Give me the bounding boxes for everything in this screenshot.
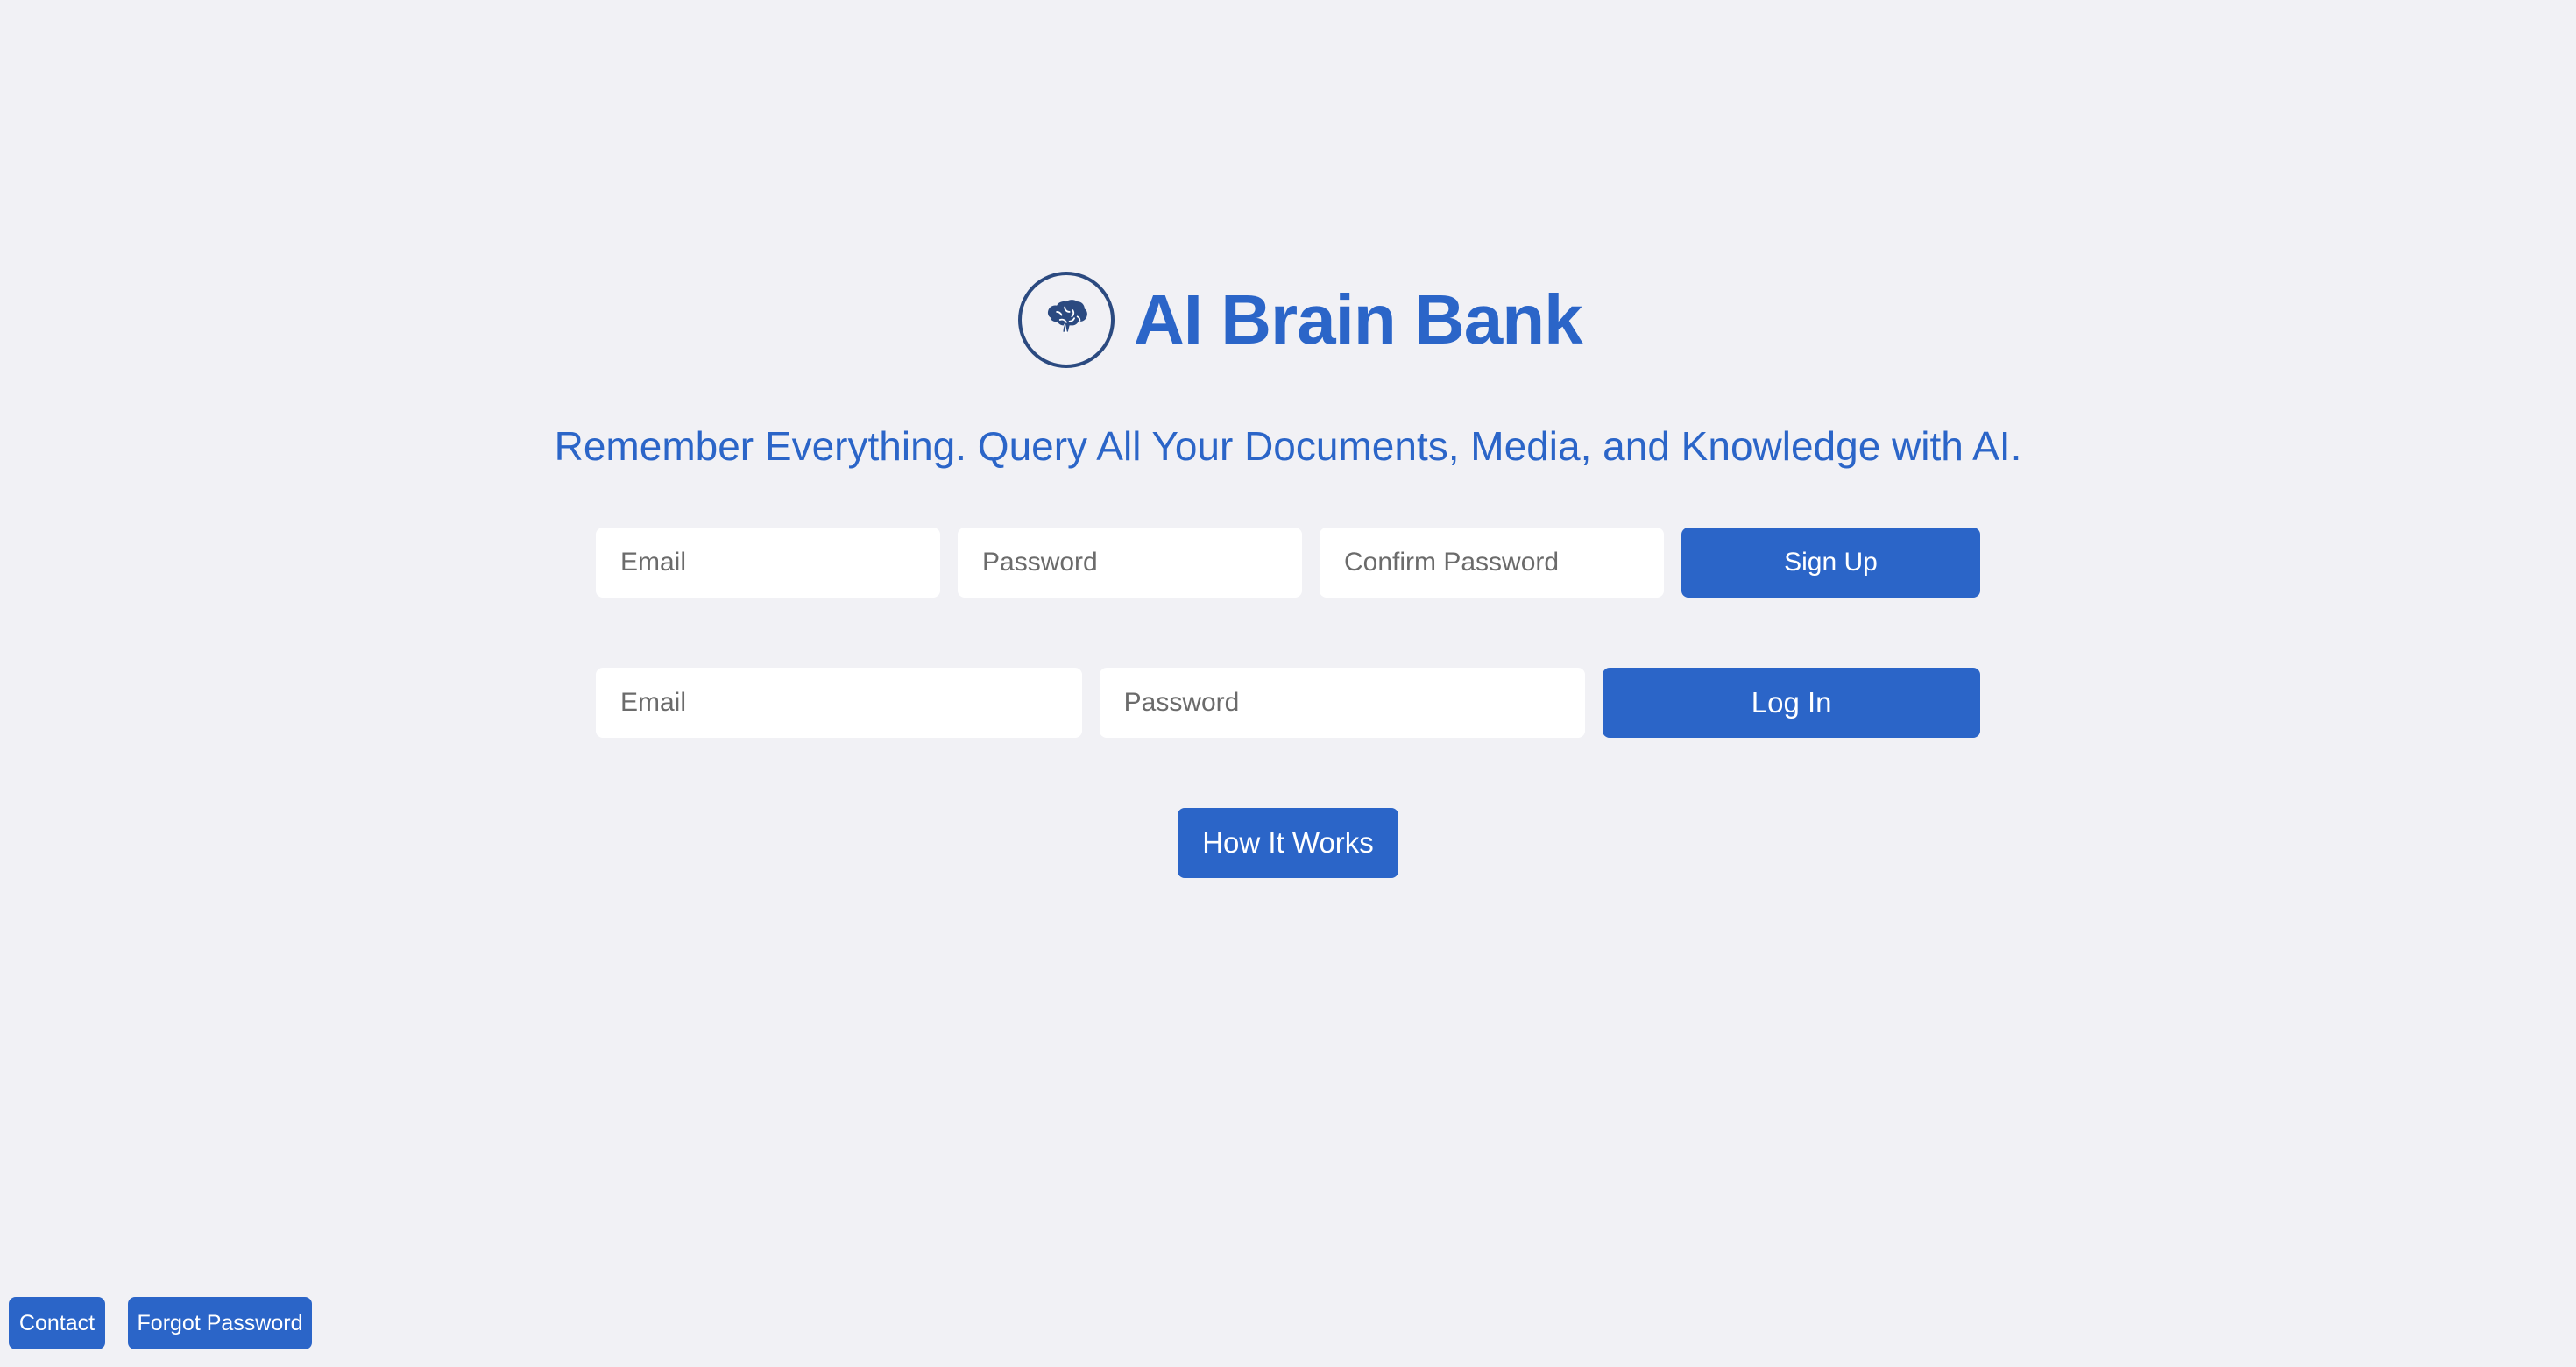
login-form: Log In bbox=[596, 668, 1980, 738]
brand-header: AI Brain Bank bbox=[1018, 268, 1583, 372]
sign-up-button[interactable]: Sign Up bbox=[1681, 528, 1980, 598]
landing-page: AI Brain Bank Remember Everything. Query… bbox=[0, 0, 2576, 1367]
signup-form: Sign Up bbox=[596, 528, 1980, 598]
brain-icon bbox=[1047, 300, 1087, 334]
contact-button[interactable]: Contact bbox=[9, 1297, 105, 1349]
login-email-input[interactable] bbox=[596, 668, 1082, 738]
log-in-button[interactable]: Log In bbox=[1603, 668, 1980, 738]
signup-email-input[interactable] bbox=[596, 528, 940, 598]
signup-confirm-password-input[interactable] bbox=[1320, 528, 1664, 598]
how-it-works-button[interactable]: How It Works bbox=[1178, 808, 1398, 878]
signup-password-input[interactable] bbox=[958, 528, 1302, 598]
login-password-input[interactable] bbox=[1099, 668, 1586, 738]
logo bbox=[1018, 272, 1115, 368]
tagline: Remember Everything. Query All Your Docu… bbox=[554, 423, 2022, 469]
forgot-password-button[interactable]: Forgot Password bbox=[128, 1297, 312, 1349]
app-title: AI Brain Bank bbox=[1134, 280, 1583, 358]
